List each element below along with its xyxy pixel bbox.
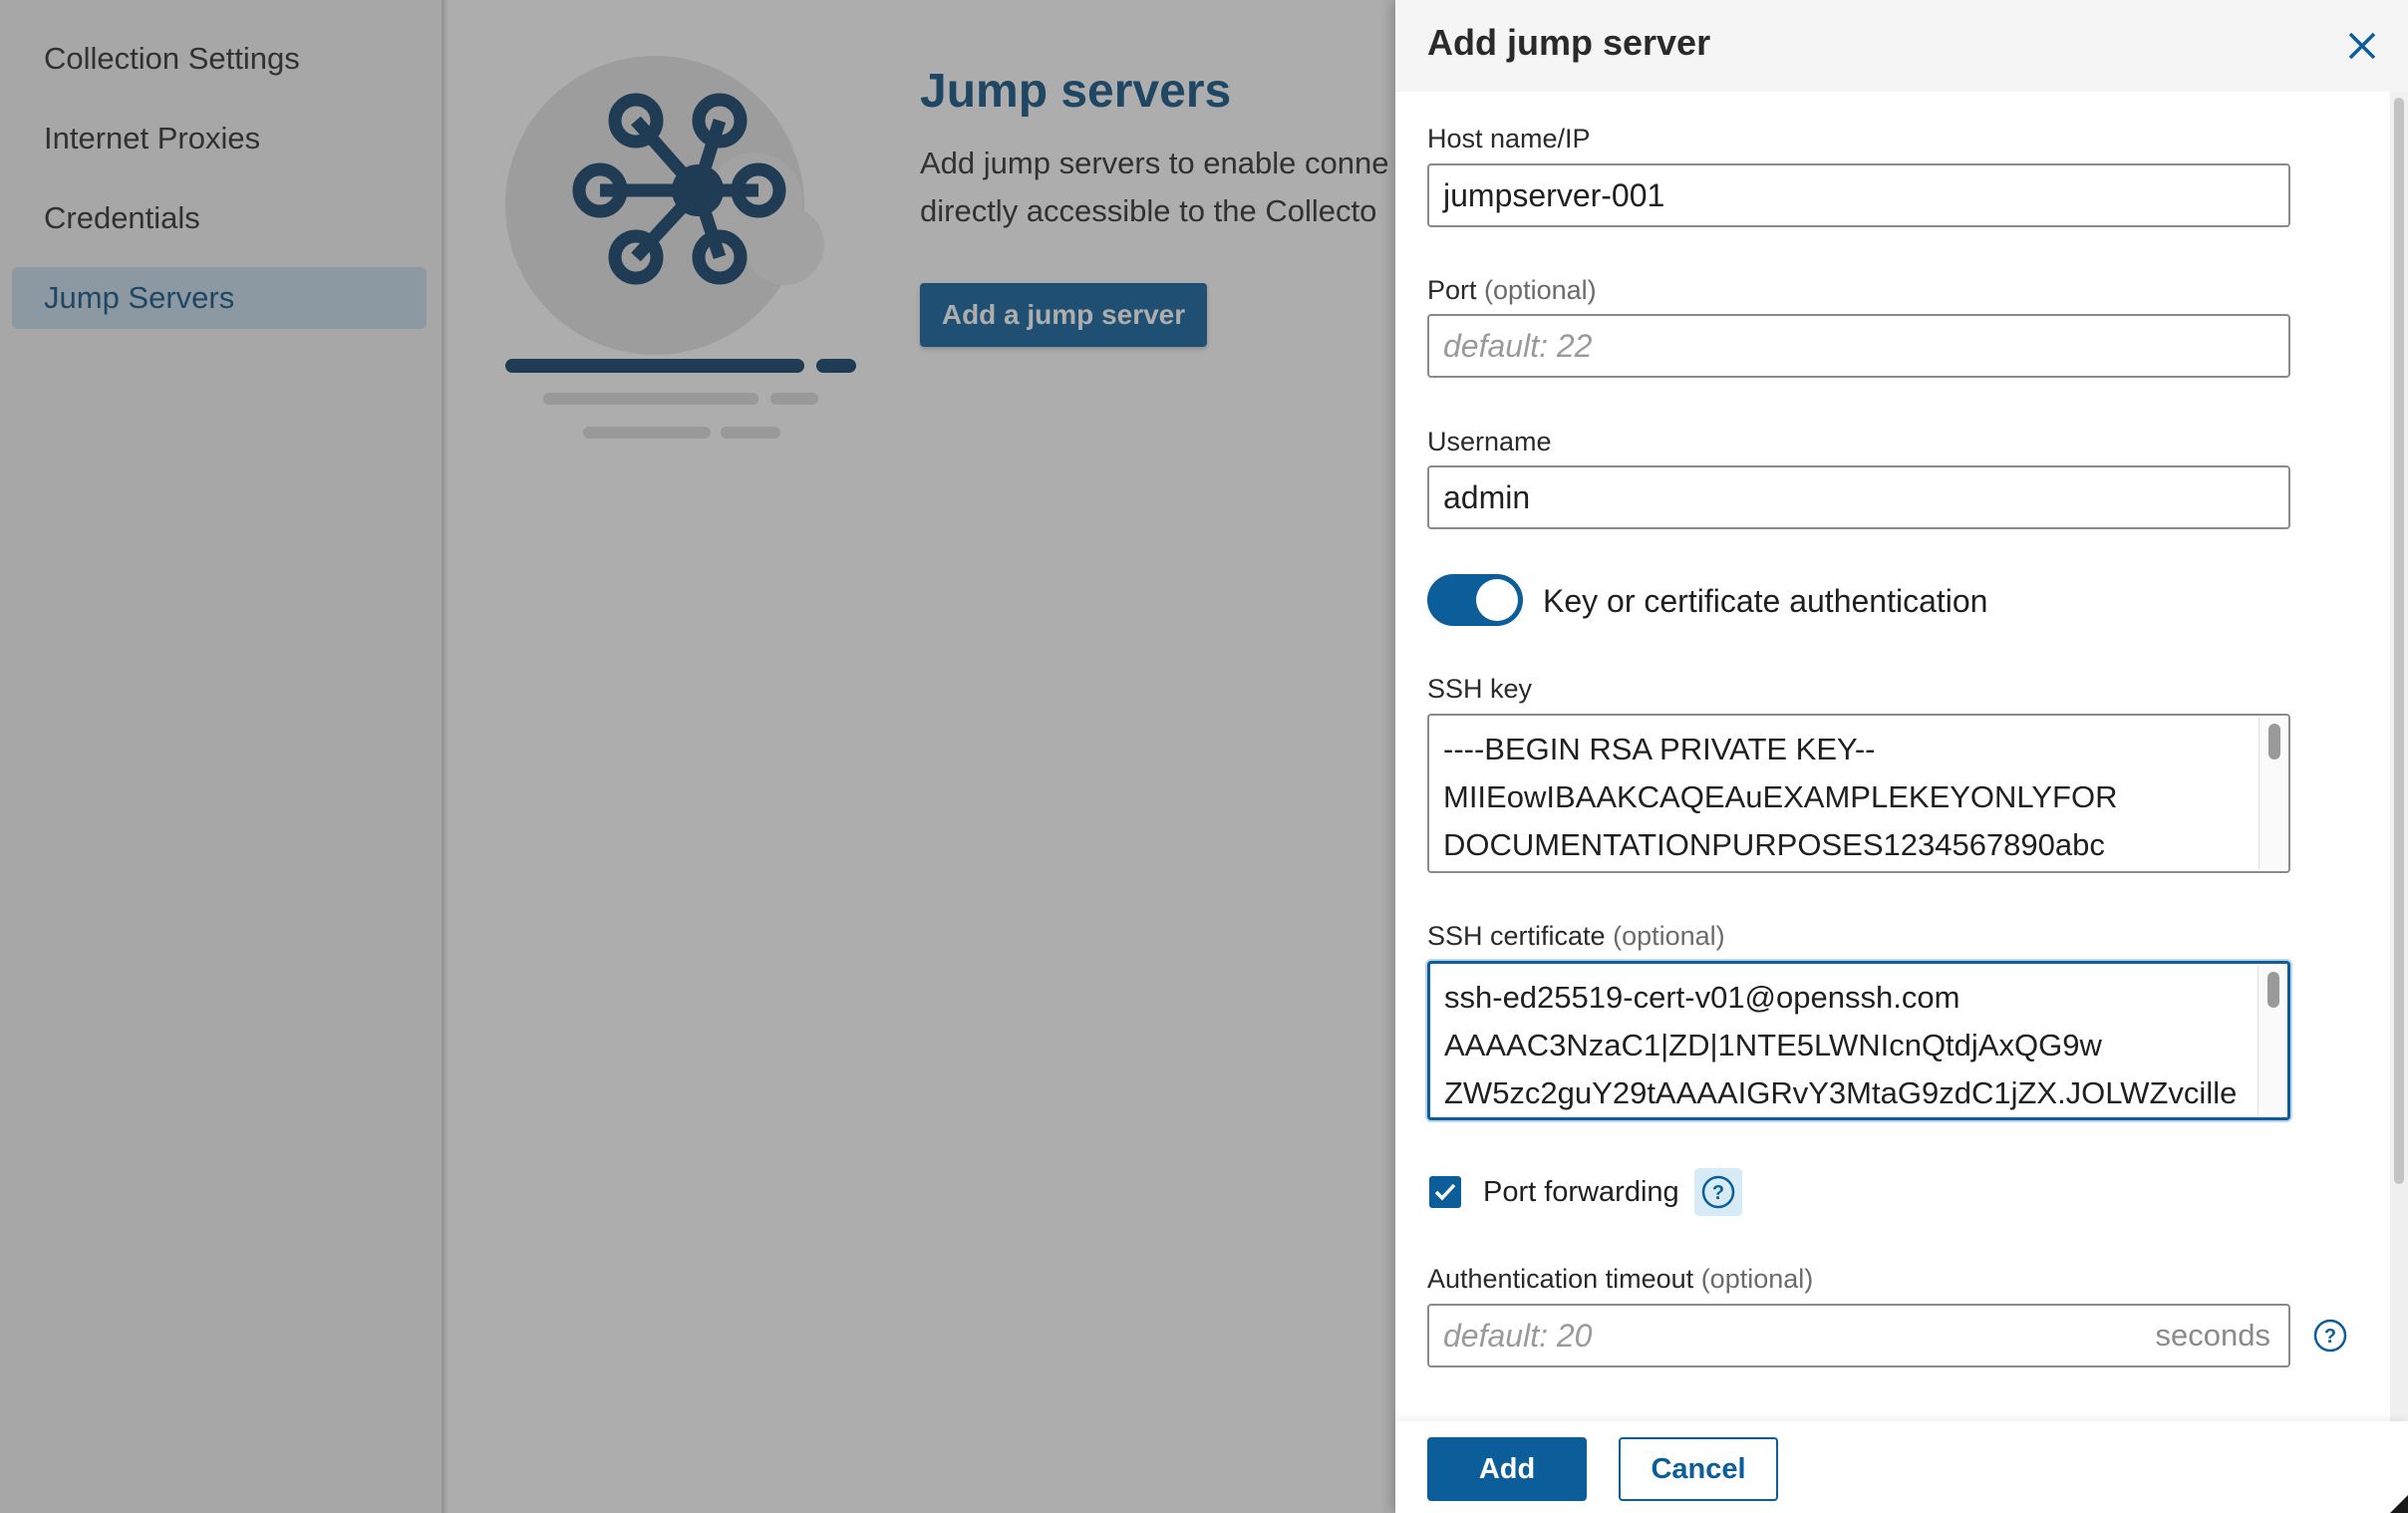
add-button[interactable]: Add — [1427, 1437, 1587, 1501]
scrollbar-thumb[interactable] — [2267, 972, 2279, 1008]
drawer-scrollbar[interactable] — [2390, 92, 2408, 1421]
ssh-key-textarea[interactable]: ----BEGIN RSA PRIVATE KEY-- MIIEowIBAAKC… — [1427, 714, 2290, 873]
drawer-title: Add jump server — [1427, 22, 1711, 63]
close-icon — [2348, 32, 2376, 60]
port-label: Port (optional) — [1427, 275, 1597, 306]
scrollbar-thumb[interactable] — [2268, 724, 2280, 759]
port-input[interactable]: default: 22 — [1427, 314, 2290, 378]
auth-timeout-optional: (optional) — [1700, 1264, 1814, 1294]
ssh-cert-line: AAAAC3NzaC1|ZD|1NTE5LWNIcnQtdjAxQG9w — [1444, 1028, 2102, 1062]
ssh-cert-line: ssh-ed25519-cert-v01@openssh.com — [1444, 980, 1960, 1015]
port-optional: (optional) — [1484, 275, 1597, 305]
username-label: Username — [1427, 427, 1552, 456]
port-forwarding-help-button[interactable]: ? — [1694, 1168, 1742, 1216]
auth-timeout-input[interactable]: default: 20 seconds — [1427, 1304, 2290, 1367]
ssh-cert-label-text: SSH certificate — [1427, 921, 1606, 951]
host-label: Host name/IP — [1427, 124, 1591, 153]
auth-timeout-placeholder: default: 20 — [1443, 1318, 1593, 1354]
auth-timeout-help-button[interactable]: ? — [2310, 1316, 2350, 1356]
ssh-key-label: SSH key — [1427, 674, 1533, 704]
cancel-button[interactable]: Cancel — [1619, 1437, 1778, 1501]
port-forwarding-checkbox[interactable] — [1429, 1176, 1461, 1208]
drawer-footer: Add Cancel — [1395, 1421, 2408, 1513]
resize-corner — [2390, 1495, 2408, 1513]
ssh-cert-optional: (optional) — [1613, 921, 1725, 951]
modal-overlay[interactable] — [0, 0, 1395, 1513]
auth-timeout-label: Authentication timeout (optional) — [1427, 1264, 1813, 1295]
port-label-text: Port — [1427, 275, 1477, 305]
key-auth-label: Key or certificate authentication — [1543, 583, 1988, 619]
svg-text:?: ? — [1712, 1182, 1724, 1204]
seconds-suffix: seconds — [2155, 1318, 2270, 1353]
key-auth-toggle[interactable] — [1427, 574, 1523, 626]
close-button[interactable] — [2340, 24, 2384, 68]
help-icon: ? — [2313, 1319, 2347, 1353]
ssh-key-line: DOCUMENTATIONPURPOSES1234567890abc — [1443, 827, 2105, 862]
ssh-key-line: ----BEGIN RSA PRIVATE KEY-- — [1443, 732, 1876, 766]
help-icon: ? — [1701, 1175, 1735, 1209]
drawer-header: Add jump server — [1395, 0, 2408, 92]
port-forwarding-label: Port forwarding — [1483, 1176, 1679, 1208]
ssh-cert-textarea[interactable]: ssh-ed25519-cert-v01@openssh.com AAAAC3N… — [1427, 961, 2290, 1120]
ssh-cert-scrollbar[interactable] — [2258, 966, 2285, 1115]
svg-text:?: ? — [2324, 1326, 2336, 1348]
add-jump-server-drawer: Add jump server Host name/IP jumpserver-… — [1395, 0, 2408, 1513]
ssh-cert-line: ZW5zc2guY29tAAAAIGRvY3MtaG9zdC1jZX.JOLWZ… — [1444, 1075, 2238, 1110]
toggle-knob — [1476, 579, 1518, 621]
checkmark-icon — [1434, 1183, 1456, 1201]
ssh-key-scrollbar[interactable] — [2258, 718, 2286, 869]
host-input[interactable]: jumpserver-001 — [1427, 163, 2290, 227]
ssh-key-line: MIIEowIBAAKCAQEAuEXAMPLEKEYONLYFOR — [1443, 779, 2118, 814]
username-input[interactable]: admin — [1427, 465, 2290, 529]
auth-timeout-label-text: Authentication timeout — [1427, 1264, 1694, 1294]
ssh-cert-label: SSH certificate (optional) — [1427, 921, 1725, 952]
drawer-scrollbar-thumb[interactable] — [2394, 98, 2404, 1184]
